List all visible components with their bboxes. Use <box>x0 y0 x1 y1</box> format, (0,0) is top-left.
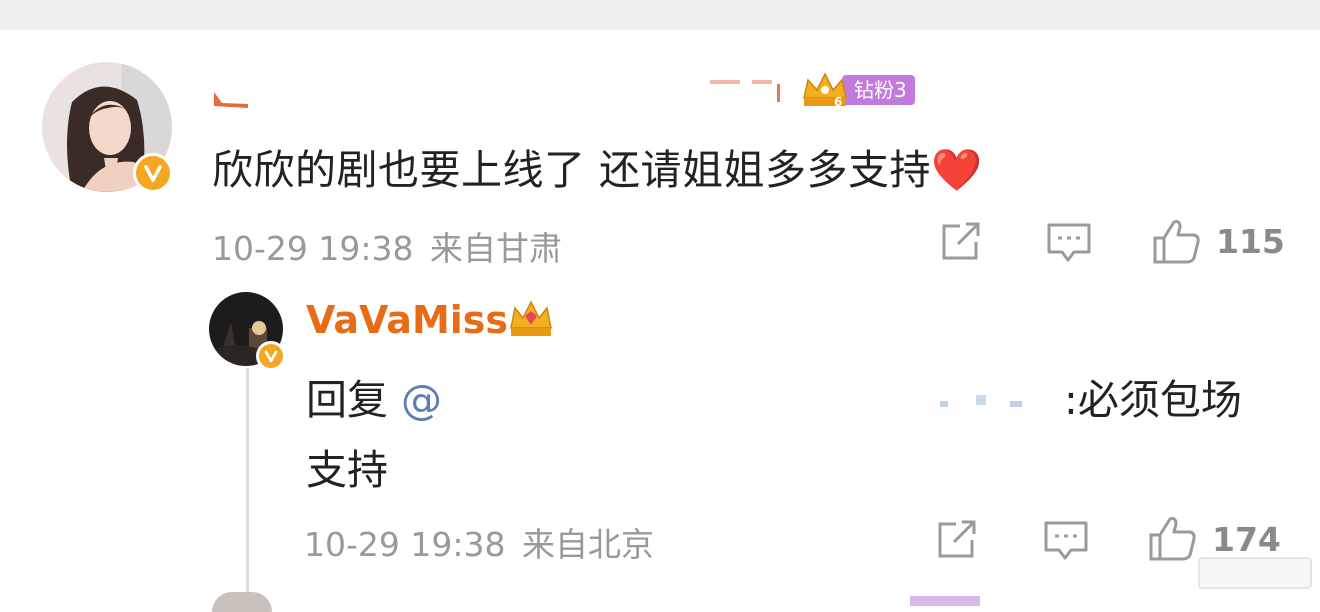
mention-name-redacted <box>940 375 1050 415</box>
crown-icon <box>508 298 554 344</box>
watermark-logo <box>1198 557 1312 589</box>
reply-user-name-text: VaVaMiss <box>306 298 509 342</box>
location: 来自甘肃 <box>429 229 562 268</box>
crown-icon: 6 <box>803 72 847 109</box>
share-icon[interactable] <box>936 520 980 564</box>
reply-prefix: 回复 <box>306 376 388 424</box>
next-comment-avatar <box>212 592 272 612</box>
like-thumb-icon[interactable] <box>1148 515 1198 565</box>
next-comment-badge <box>910 596 980 606</box>
like-count: 115 <box>1216 222 1285 261</box>
thread-line <box>246 368 249 603</box>
fan-badge[interactable]: 6 钻粉3 <box>800 72 915 109</box>
reply-location: 来自北京 <box>521 525 654 564</box>
fan-badge-label: 钻粉3 <box>842 75 915 105</box>
reply-like-count: 174 <box>1212 520 1281 559</box>
comment-text-body: 欣欣的剧也要上线了 还请姐姐多多支持 <box>212 146 932 194</box>
heart-emoji: ❤️ <box>931 146 983 194</box>
reply-meta: 10-29 19:38 来自北京 <box>304 518 654 566</box>
comment-icon[interactable] <box>1043 520 1089 566</box>
comment-meta: 10-29 19:38 来自甘肃 <box>212 222 562 270</box>
comment-icon[interactable] <box>1046 222 1092 268</box>
reply-text-end: :必须包场 <box>1064 376 1242 424</box>
reply-text-line1: 回复 @ <box>306 366 442 426</box>
user-name[interactable] <box>212 78 812 118</box>
timestamp: 10-29 19:38 <box>212 229 414 268</box>
reply-text-line2: 支持 <box>306 446 388 494</box>
reply-timestamp: 10-29 19:38 <box>304 525 506 564</box>
verified-v-icon <box>256 341 286 371</box>
reply-user-name[interactable]: VaVaMiss <box>306 298 508 342</box>
share-icon[interactable] <box>940 222 984 266</box>
comment-text: 欣欣的剧也要上线了 还请姐姐多多支持❤️ <box>212 136 983 196</box>
like-thumb-icon[interactable] <box>1152 218 1202 268</box>
top-bar <box>0 0 1320 30</box>
verified-v-icon <box>133 153 173 193</box>
mention-link[interactable]: @ <box>401 376 442 424</box>
svg-text:6: 6 <box>834 95 842 109</box>
